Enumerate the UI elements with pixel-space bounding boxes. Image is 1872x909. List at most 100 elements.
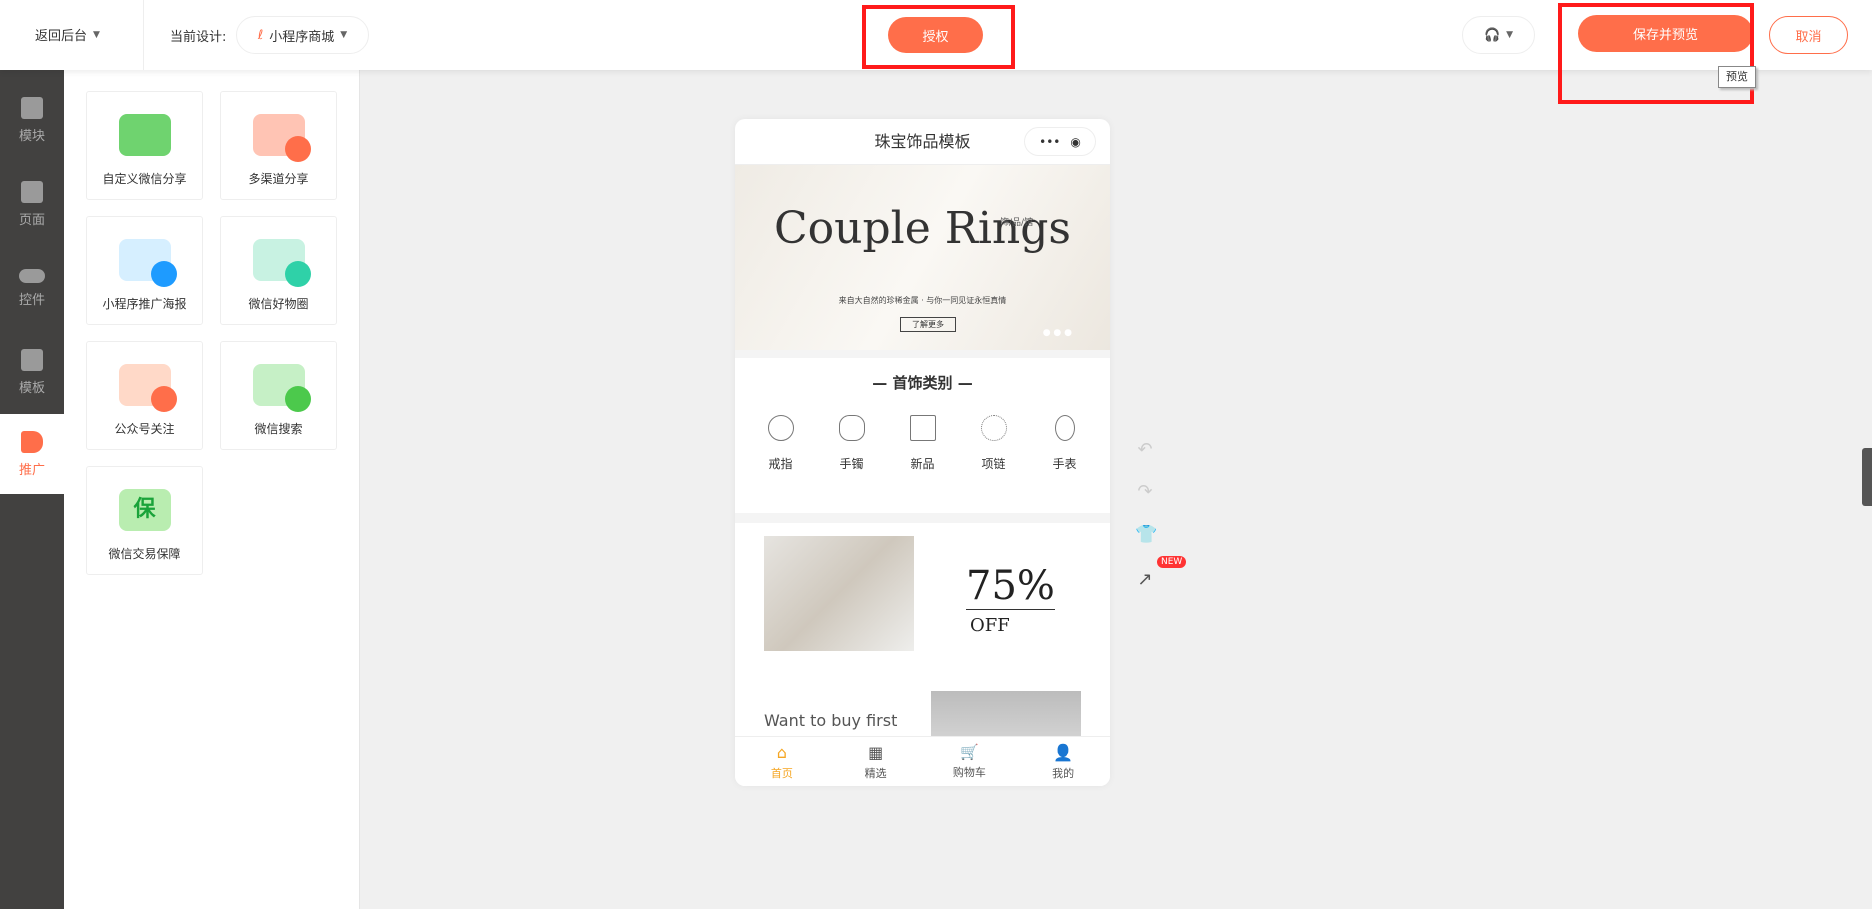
side-handle[interactable]: [1862, 448, 1872, 506]
category-label: 戒指: [768, 457, 793, 471]
sidebar-item-label: 控件: [18, 292, 45, 308]
gift-icon: [909, 415, 936, 441]
tab-bar: ⌂ 首页 ▦ 精选 🛒 购物车 👤 我的: [735, 736, 1110, 786]
card-custom-wechat-share[interactable]: 自定义微信分享: [86, 91, 203, 200]
heart-icon: [118, 364, 177, 412]
preview-tooltip: 预览: [1718, 66, 1756, 88]
current-design-label: 当前设计:: [170, 30, 227, 45]
promo-section: 75% OFF Want to buy first: [735, 523, 1110, 736]
learn-more-button[interactable]: 了解更多: [900, 317, 956, 332]
tab-label: 我的: [1052, 767, 1075, 780]
tab-label: 精选: [864, 767, 887, 780]
chevron-down-icon: ▼: [340, 30, 348, 40]
sidebar-item-promotion[interactable]: 推广: [0, 414, 64, 494]
card-label: 公众号关注: [114, 422, 175, 436]
bracelet-icon: [838, 415, 865, 441]
sidebar-item-label: 推广: [18, 462, 45, 478]
miniprogram-icon: ℓ: [257, 27, 264, 43]
wechat-share-icon: [118, 114, 171, 156]
category-new[interactable]: 新品: [893, 415, 953, 472]
share-link-icon[interactable]: ↗: [1135, 570, 1155, 590]
banner-tag: 饰/品/馆: [1000, 218, 1034, 228]
cancel-button[interactable]: 取消: [1769, 16, 1848, 54]
category-section: — 首饰类别 — 戒指 手镯 新品 项链 手表: [735, 358, 1110, 513]
search-icon: [252, 364, 311, 412]
category-label: 手表: [1052, 457, 1077, 471]
card-label: 多渠道分享: [248, 172, 309, 186]
category-ring[interactable]: 戒指: [751, 415, 811, 472]
sidebar-item-page[interactable]: 页面: [0, 162, 64, 246]
card-label: 微信搜索: [254, 422, 303, 436]
chevron-down-icon: ▼: [1506, 30, 1514, 40]
back-label: 返回后台: [35, 29, 88, 44]
theme-shirt-icon[interactable]: 👕: [1135, 525, 1157, 545]
undo-icon[interactable]: ↶: [1135, 440, 1155, 460]
template-icon: [21, 348, 43, 371]
category-list: 戒指 手镯 新品 项链 手表: [735, 393, 1110, 472]
card-wechat-goods-circle[interactable]: 微信好物圈: [220, 216, 337, 325]
design-selector[interactable]: ℓ 小程序商城 ▼: [236, 16, 369, 54]
sidebar-item-templates[interactable]: 模板: [0, 330, 64, 414]
capsule-menu[interactable]: ••• ◉: [1024, 127, 1096, 156]
redo-icon[interactable]: ↷: [1135, 482, 1155, 502]
chevron-down-icon: ▼: [93, 29, 100, 40]
necklace-icon: [980, 415, 1007, 441]
share-icon: [252, 114, 311, 162]
card-wechat-search[interactable]: 微信搜索: [220, 341, 337, 450]
tab-label: 购物车: [952, 766, 986, 779]
highlight-box: [1558, 3, 1754, 104]
promo-text: Want to buy first: [764, 711, 898, 730]
category-label: 项链: [981, 457, 1006, 471]
card-label: 小程序推广海报: [102, 297, 187, 311]
headset-icon: 🎧: [1483, 27, 1501, 43]
tab-cart[interactable]: 🛒 购物车: [923, 743, 1017, 786]
category-bracelet[interactable]: 手镯: [822, 415, 882, 472]
discount-off: OFF: [970, 615, 1010, 636]
card-multi-channel-share[interactable]: 多渠道分享: [220, 91, 337, 200]
support-menu-button[interactable]: 🎧 ▼: [1462, 16, 1535, 54]
back-to-admin-button[interactable]: 返回后台 ▼: [35, 25, 100, 44]
modules-icon: [21, 96, 43, 119]
carousel-dots[interactable]: ● ● ●: [1043, 328, 1072, 338]
watch-icon: [1054, 415, 1075, 441]
section-title: — 首饰类别 —: [872, 374, 973, 392]
pearl-image[interactable]: [931, 691, 1081, 736]
more-icon: •••: [1039, 134, 1061, 149]
card-trade-guarantee[interactable]: 保微信交易保障: [86, 466, 203, 575]
poster-megaphone-icon: [118, 239, 177, 287]
sidebar-item-label: 页面: [18, 212, 45, 228]
category-label: 手镯: [839, 457, 864, 471]
sidebar-item-label: 模块: [18, 128, 45, 144]
design-value: 小程序商城: [269, 29, 335, 45]
sidebar-item-controls[interactable]: 控件: [0, 246, 64, 330]
sidebar: 模块 页面 控件 模板 推广: [0, 70, 64, 909]
card-label: 微信交易保障: [108, 547, 181, 561]
highlight-box: [862, 5, 1015, 69]
shield-icon: 保: [118, 489, 171, 531]
discount-percent: 75%: [966, 563, 1055, 610]
card-label: 微信好物圈: [248, 297, 309, 311]
promotion-panel: 自定义微信分享 多渠道分享 小程序推广海报 微信好物圈 公众号关注 微信搜索 保…: [64, 70, 360, 909]
divider: [143, 0, 144, 70]
close-circle-icon: ◉: [1070, 134, 1081, 149]
card-label: 自定义微信分享: [102, 172, 187, 186]
sidebar-item-label: 模板: [18, 380, 45, 396]
tab-mine[interactable]: 👤 我的: [1016, 743, 1110, 786]
category-title: 首饰类别: [892, 374, 953, 392]
category-watch[interactable]: 手表: [1035, 415, 1095, 472]
home-icon: ⌂: [776, 743, 787, 762]
product-image[interactable]: [764, 536, 914, 651]
category-label: 新品: [910, 457, 935, 471]
phone-preview: 珠宝饰品模板 ••• ◉ Couple Rings 饰/品/馆 来自大自然的珍稀金…: [735, 119, 1110, 786]
toggle-icon: [19, 268, 45, 283]
megaphone-icon: [21, 430, 43, 453]
sidebar-item-modules[interactable]: 模块: [0, 78, 64, 162]
page-title: 珠宝饰品模板: [874, 132, 971, 151]
card-poster[interactable]: 小程序推广海报: [86, 216, 203, 325]
category-necklace[interactable]: 项链: [964, 415, 1024, 472]
goods-circle-icon: [252, 239, 311, 287]
banner[interactable]: Couple Rings 饰/品/馆 来自大自然的珍稀金属 · 与你一同见证永恒…: [735, 165, 1110, 350]
tab-home[interactable]: ⌂ 首页: [735, 743, 829, 786]
tab-featured[interactable]: ▦ 精选: [829, 743, 923, 786]
card-follow-official[interactable]: 公众号关注: [86, 341, 203, 450]
